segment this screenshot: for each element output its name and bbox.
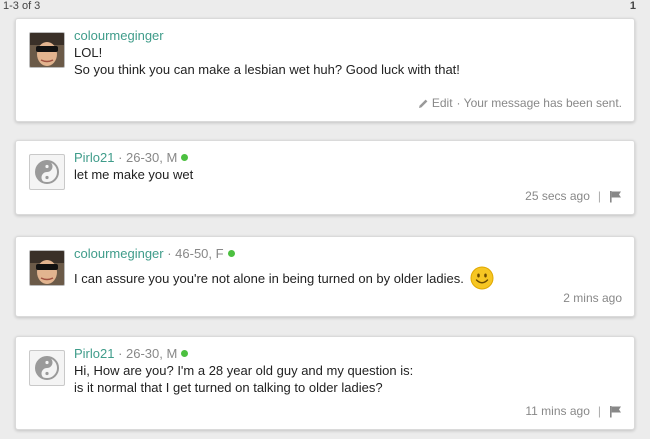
username-link[interactable]: colourmeginger bbox=[74, 246, 164, 261]
result-count: 1-3 of 3 bbox=[3, 0, 41, 12]
message-meta: Pirlo21 · 26-30, M bbox=[74, 345, 622, 362]
message-footer: Edit · Your message has been sent. bbox=[418, 96, 622, 110]
message-card: colourmeginger · 46-50, F I can assure y… bbox=[15, 236, 635, 317]
message-card: colourmeginger LOL! So you think you can… bbox=[15, 18, 635, 122]
smiley-face-icon bbox=[470, 266, 494, 290]
message-line: I can assure you you're not alone in bei… bbox=[74, 271, 464, 286]
message-text: LOL! So you think you can make a lesbian… bbox=[74, 44, 622, 78]
timestamp: 25 secs ago bbox=[525, 189, 590, 203]
flag-icon[interactable] bbox=[609, 190, 622, 203]
page-number[interactable]: 1 bbox=[630, 0, 636, 12]
message-card: Pirlo21 · 26-30, M let me make you wet 2… bbox=[15, 140, 635, 215]
online-status-dot bbox=[227, 250, 235, 257]
default-avatar-icon bbox=[35, 160, 59, 184]
user-photo-icon bbox=[30, 33, 64, 67]
message-footer: 2 mins ago bbox=[563, 291, 622, 305]
message-line: Hi, How are you? I'm a 28 year old guy a… bbox=[74, 363, 414, 378]
message-line: LOL! bbox=[74, 45, 103, 60]
message-text: I can assure you you're not alone in bei… bbox=[74, 266, 622, 290]
username-link[interactable]: colourmeginger bbox=[74, 28, 164, 43]
edit-button[interactable]: Edit bbox=[418, 96, 453, 110]
timestamp: 11 mins ago bbox=[525, 404, 590, 418]
message-footer: 11 mins ago | bbox=[525, 404, 622, 418]
username-link[interactable]: Pirlo21 bbox=[74, 346, 114, 361]
edit-label: Edit bbox=[431, 96, 453, 110]
message-footer: 25 secs ago | bbox=[525, 189, 622, 203]
message-line: let me make you wet bbox=[74, 167, 194, 182]
user-details: · 26-30, M bbox=[114, 346, 178, 361]
avatar[interactable] bbox=[29, 350, 65, 386]
message-card: Pirlo21 · 26-30, M Hi, How are you? I'm … bbox=[15, 336, 635, 430]
online-status-dot bbox=[181, 350, 189, 357]
avatar[interactable] bbox=[29, 154, 65, 190]
pagination-bar: 1-3 of 3 1 bbox=[0, 0, 650, 14]
default-avatar-icon bbox=[35, 356, 59, 380]
flag-icon[interactable] bbox=[609, 405, 622, 418]
user-photo-icon bbox=[30, 251, 64, 285]
avatar[interactable] bbox=[29, 250, 65, 286]
pencil-icon bbox=[418, 99, 428, 108]
message-meta: colourmeginger bbox=[74, 27, 622, 44]
online-status-dot bbox=[181, 154, 189, 161]
user-details: · 46-50, F bbox=[163, 246, 224, 261]
username-link[interactable]: Pirlo21 bbox=[74, 150, 114, 165]
message-text: let me make you wet bbox=[74, 166, 622, 183]
timestamp: 2 mins ago bbox=[563, 291, 622, 305]
message-line: So you think you can make a lesbian wet … bbox=[74, 62, 460, 77]
sent-status: · Your message has been sent. bbox=[456, 96, 622, 110]
message-meta: Pirlo21 · 26-30, M bbox=[74, 149, 622, 166]
message-line: is it normal that I get turned on talkin… bbox=[74, 380, 383, 395]
message-meta: colourmeginger · 46-50, F bbox=[74, 245, 622, 262]
divider: | bbox=[597, 189, 601, 203]
message-text: Hi, How are you? I'm a 28 year old guy a… bbox=[74, 362, 622, 396]
user-details: · 26-30, M bbox=[114, 150, 178, 165]
divider: | bbox=[597, 404, 601, 418]
avatar[interactable] bbox=[29, 32, 65, 68]
